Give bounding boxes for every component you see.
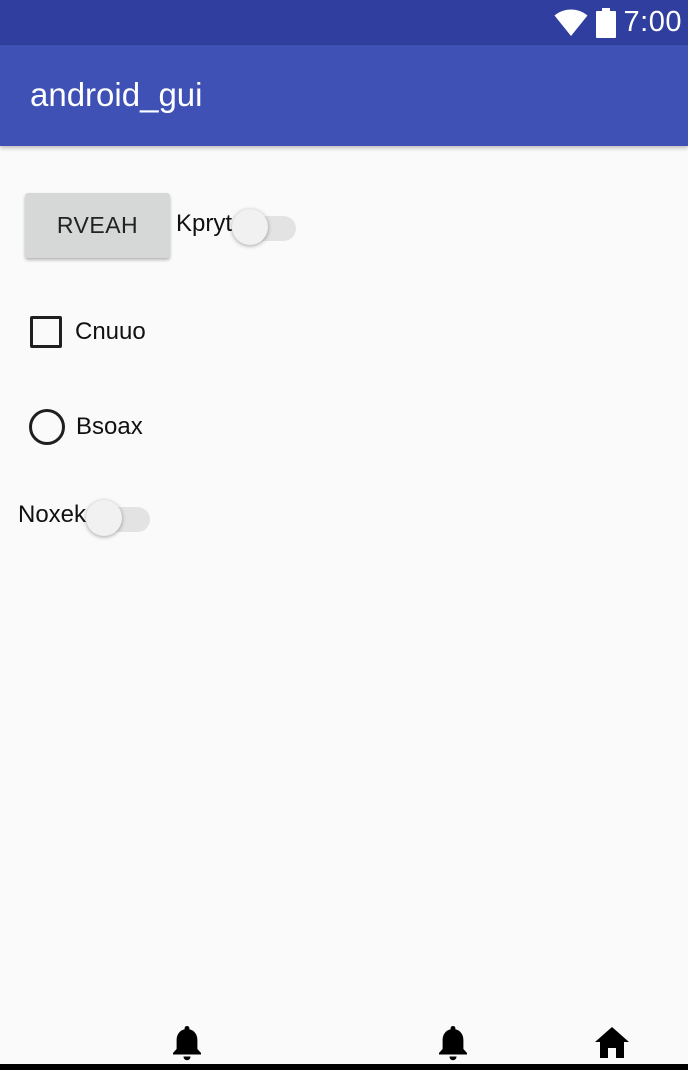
bottom-bar <box>0 1064 688 1070</box>
bell-icon[interactable] <box>171 1024 203 1067</box>
cnuuo-checkbox-row[interactable]: Cnuuo <box>30 316 146 348</box>
home-icon[interactable] <box>594 1026 630 1065</box>
noxek-switch-row[interactable]: Noxek <box>18 495 152 536</box>
wifi-icon <box>554 9 588 37</box>
kpryt-switch-label: Kpryt <box>176 210 233 237</box>
screen: 7:00 android_gui RVEAH Kpryt Cnuuo Bsoax… <box>0 0 688 1070</box>
status-time: 7:00 <box>623 6 682 38</box>
cnuuo-checkbox[interactable] <box>30 316 62 348</box>
cnuuo-checkbox-label: Cnuuo <box>75 318 146 345</box>
noxek-switch[interactable] <box>86 495 152 536</box>
noxek-switch-label: Noxek <box>18 501 87 528</box>
bsoax-radio-row[interactable]: Bsoax <box>29 409 143 445</box>
status-icons: 7:00 <box>554 0 682 45</box>
app-bar: android_gui <box>0 45 688 146</box>
bell-icon[interactable] <box>437 1024 469 1067</box>
kpryt-switch[interactable] <box>232 204 298 245</box>
bsoax-radio-label: Bsoax <box>76 413 143 440</box>
bsoax-radio[interactable] <box>29 409 65 445</box>
rveah-button[interactable]: RVEAH <box>25 193 170 258</box>
switch-thumb[interactable] <box>86 500 123 536</box>
app-title: android_gui <box>30 76 203 113</box>
switch-thumb[interactable] <box>232 209 269 245</box>
status-bar: 7:00 <box>0 0 688 45</box>
kpryt-switch-row[interactable]: Kpryt <box>176 204 298 245</box>
battery-icon <box>595 7 616 38</box>
